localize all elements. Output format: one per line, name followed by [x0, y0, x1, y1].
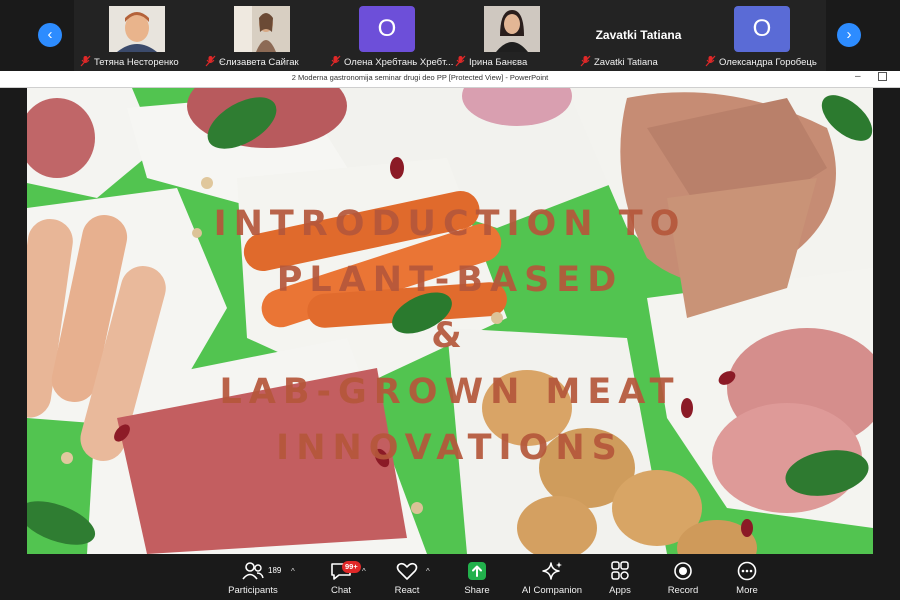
participant-name: Ірина Банєва	[451, 55, 580, 68]
more-icon	[735, 561, 759, 581]
participant-name: Тетяна Несторенко	[76, 55, 205, 68]
participant-name: Олена Хребтань Хребт...	[326, 55, 455, 68]
participants-button[interactable]: 189 ^ Participants	[218, 559, 295, 599]
ai-companion-label: AI Companion	[521, 585, 583, 596]
slide-title-line: INTRODUCTION TO	[213, 204, 687, 244]
participant-tile[interactable]: Тетяна Несторенко	[76, 6, 201, 68]
more-button[interactable]: More	[712, 559, 782, 599]
participant-video	[234, 6, 290, 52]
participant-tiles: Тетяна Несторенко Єлизавета Сайгак O Оле…	[74, 0, 826, 71]
caret-up-icon[interactable]: ^	[426, 567, 430, 576]
window-title: 2 Moderna gastronomija seminar drugi deo…	[291, 73, 549, 82]
unread-badge: 99+	[342, 561, 361, 573]
react-button[interactable]: ^ React	[372, 559, 442, 599]
slide-title-line: INNOVATIONS	[276, 428, 624, 468]
shared-screen-area: INTRODUCTION TO PLANT-BASED & LAB-GROWN …	[0, 88, 900, 554]
participant-name: Zavatki Tatiana	[576, 55, 705, 68]
muted-mic-icon	[205, 55, 216, 67]
participant-strip: ‹ Тетяна Несторенко Єлизавета Сайгак O О…	[0, 0, 900, 71]
slide-title-line: &	[431, 316, 469, 356]
sparkle-icon	[540, 561, 564, 581]
shared-window-titlebar: 2 Moderna gastronomija seminar drugi deo…	[0, 71, 900, 88]
participant-initial-avatar: O	[359, 6, 415, 52]
participant-tile[interactable]: O Олена Хребтань Хребт...	[326, 6, 453, 68]
ai-companion-button[interactable]: AI Companion	[517, 559, 587, 599]
previous-page-button[interactable]: ‹	[38, 23, 62, 47]
presentation-slide: INTRODUCTION TO PLANT-BASED & LAB-GROWN …	[27, 88, 873, 554]
participant-initial-avatar: O	[734, 6, 790, 52]
participant-video	[484, 6, 540, 52]
slide-title-line: PLANT-BASED	[276, 260, 624, 300]
participant-tile[interactable]: O Олександра Горобець	[701, 6, 826, 68]
record-button[interactable]: Record	[648, 559, 718, 599]
share-arrow-icon	[465, 561, 489, 581]
meeting-toolbar: 189 ^ Participants 99+ ^ Chat ^ React Sh…	[0, 554, 900, 600]
participant-name: Єлизавета Сайгак	[201, 55, 330, 68]
muted-mic-icon	[80, 55, 91, 67]
slide-title: INTRODUCTION TO PLANT-BASED & LAB-GROWN …	[67, 196, 833, 476]
apps-icon	[608, 561, 632, 581]
share-button[interactable]: Share	[442, 559, 512, 599]
share-label: Share	[464, 585, 490, 596]
muted-mic-icon	[455, 55, 466, 67]
chat-button[interactable]: 99+ ^ Chat	[306, 559, 376, 599]
chevron-right-icon: ›	[846, 26, 852, 43]
participant-tile[interactable]: Ірина Банєва	[451, 6, 576, 68]
apps-label: Apps	[609, 585, 631, 596]
chat-label: Chat	[330, 585, 352, 596]
muted-mic-icon	[580, 55, 591, 67]
participant-display-name: Zavatki Tatiana	[595, 28, 682, 42]
participant-tile[interactable]: Zavatki Tatiana Zavatki Tatiana	[576, 6, 701, 68]
muted-mic-icon	[705, 55, 716, 67]
participant-tile[interactable]: Єлизавета Сайгак	[201, 6, 326, 68]
muted-mic-icon	[330, 55, 341, 67]
record-label: Record	[667, 585, 699, 596]
heart-icon	[395, 561, 419, 581]
more-label: More	[736, 585, 758, 596]
participant-video	[109, 6, 165, 52]
apps-button[interactable]: Apps	[585, 559, 655, 599]
participants-label: Participants	[228, 585, 278, 596]
caret-up-icon[interactable]: ^	[291, 567, 295, 576]
maximize-icon[interactable]	[878, 72, 887, 81]
next-page-button[interactable]: ›	[837, 23, 861, 47]
minimize-icon[interactable]: –	[855, 71, 861, 82]
participant-name: Олександра Горобець	[701, 55, 830, 68]
slide-title-line: LAB-GROWN MEAT	[219, 372, 681, 412]
caret-up-icon[interactable]: ^	[362, 567, 366, 576]
react-label: React	[394, 585, 420, 596]
record-icon	[671, 561, 695, 581]
chevron-left-icon: ‹	[47, 26, 53, 43]
people-icon	[241, 561, 265, 581]
participant-count: 189	[268, 566, 282, 575]
